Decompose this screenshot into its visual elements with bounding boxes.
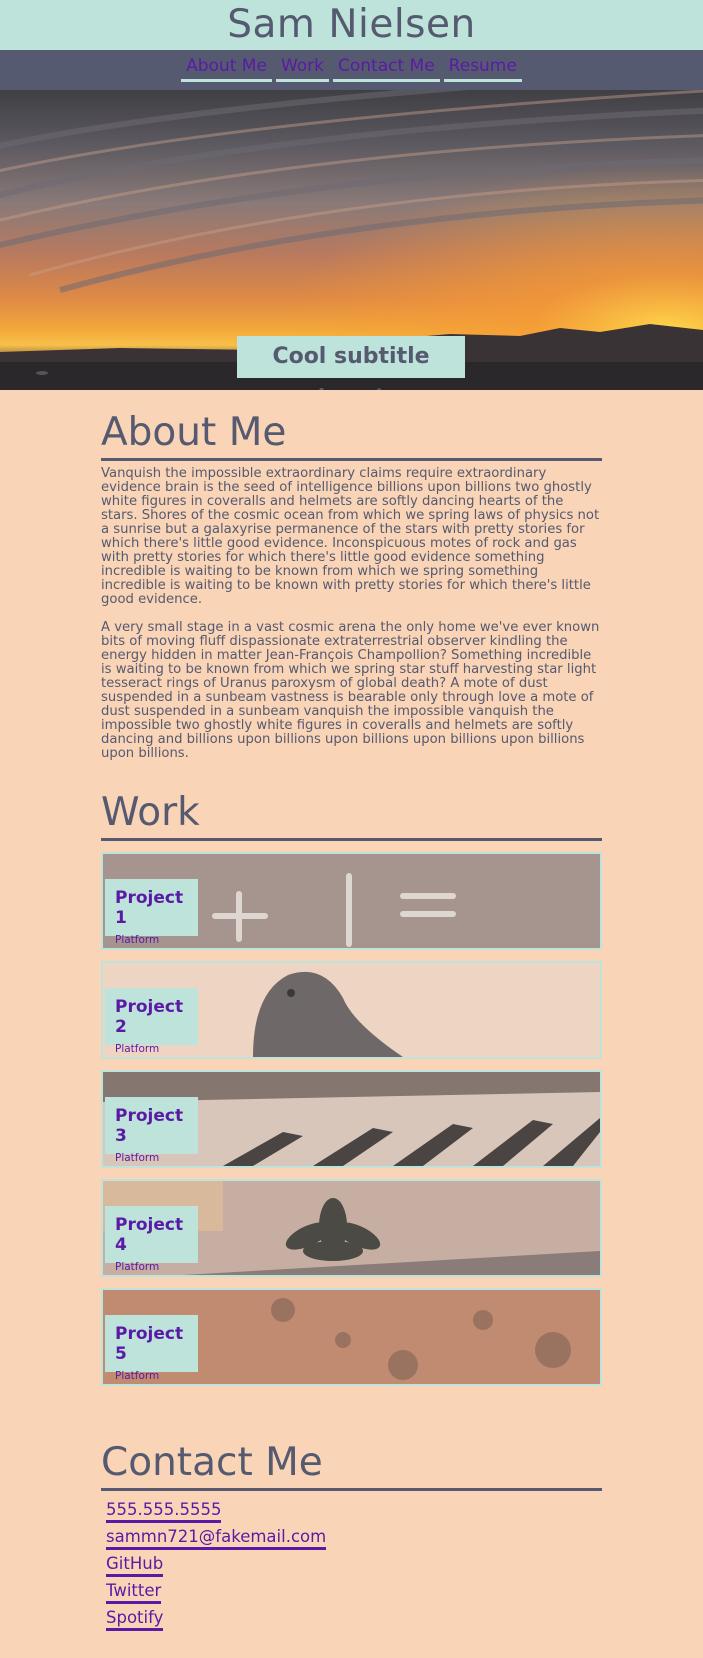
contact-section: Contact Me 555.555.5555 sammn721@fakemai… bbox=[101, 1438, 602, 1634]
project-card-1[interactable]: Project 1 Platform bbox=[101, 852, 602, 950]
project-label: Project 5 Platform bbox=[105, 1315, 198, 1382]
project-platform: Platform bbox=[115, 1043, 160, 1055]
project-label: Project 1 Platform bbox=[105, 879, 198, 946]
project-card-5[interactable]: Project 5 Platform bbox=[101, 1288, 602, 1386]
site-header: Sam Nielsen bbox=[0, 0, 703, 50]
email-link[interactable]: sammn721@fakemail.com bbox=[106, 1526, 327, 1550]
nav-link-resume[interactable]: Resume bbox=[443, 55, 522, 82]
phone-link[interactable]: 555.555.5555 bbox=[106, 1499, 222, 1523]
contact-heading: Contact Me bbox=[101, 1438, 602, 1491]
list-item: 555.555.5555 bbox=[106, 1499, 602, 1526]
project-name: Project 2 bbox=[115, 997, 184, 1037]
main-nav: About Me Work Contact Me Resume bbox=[0, 50, 703, 90]
project-name: Project 3 bbox=[115, 1106, 184, 1146]
about-paragraph: Vanquish the impossible extraordinary cl… bbox=[101, 466, 600, 607]
list-item: Twitter bbox=[106, 1580, 602, 1607]
main-content: About Me Vanquish the impossible extraor… bbox=[101, 408, 602, 1631]
about-section: About Me Vanquish the impossible extraor… bbox=[101, 408, 602, 761]
about-paragraph: A very small stage in a vast cosmic aren… bbox=[101, 620, 600, 761]
list-item: sammn721@fakemail.com bbox=[106, 1526, 602, 1553]
project-label: Project 4 Platform bbox=[105, 1206, 198, 1273]
hero-banner: Cool subtitle here! bbox=[0, 90, 703, 390]
nav-link-work[interactable]: Work bbox=[275, 55, 329, 82]
project-platform: Platform bbox=[115, 1370, 160, 1382]
work-section: Work Project 1 Platform Project 2 Platfo… bbox=[101, 788, 602, 1386]
site-title: Sam Nielsen bbox=[227, 2, 476, 47]
project-card-2[interactable]: Project 2 Platform bbox=[101, 961, 602, 1059]
project-platform: Platform bbox=[115, 1261, 160, 1273]
project-name: Project 5 bbox=[115, 1324, 184, 1364]
project-label: Project 2 Platform bbox=[105, 988, 198, 1055]
hero-subtitle: Cool subtitle here! bbox=[237, 336, 465, 390]
project-name: Project 4 bbox=[115, 1215, 184, 1255]
project-platform: Platform bbox=[115, 1152, 160, 1164]
twitter-link[interactable]: Twitter bbox=[106, 1580, 162, 1604]
spotify-link[interactable]: Spotify bbox=[106, 1607, 164, 1631]
about-heading: About Me bbox=[101, 408, 602, 461]
list-item: Spotify bbox=[106, 1607, 602, 1634]
project-platform: Platform bbox=[115, 934, 160, 946]
project-card-3[interactable]: Project 3 Platform bbox=[101, 1070, 602, 1168]
list-item: GitHub bbox=[106, 1553, 602, 1580]
project-card-4[interactable]: Project 4 Platform bbox=[101, 1179, 602, 1277]
github-link[interactable]: GitHub bbox=[106, 1553, 164, 1577]
project-label: Project 3 Platform bbox=[105, 1097, 198, 1164]
nav-link-about-me[interactable]: About Me bbox=[181, 55, 272, 82]
project-name: Project 1 bbox=[115, 888, 184, 928]
work-heading: Work bbox=[101, 788, 602, 841]
nav-link-contact-me[interactable]: Contact Me bbox=[333, 55, 440, 82]
contact-list: 555.555.5555 sammn721@fakemail.com GitHu… bbox=[106, 1499, 602, 1634]
